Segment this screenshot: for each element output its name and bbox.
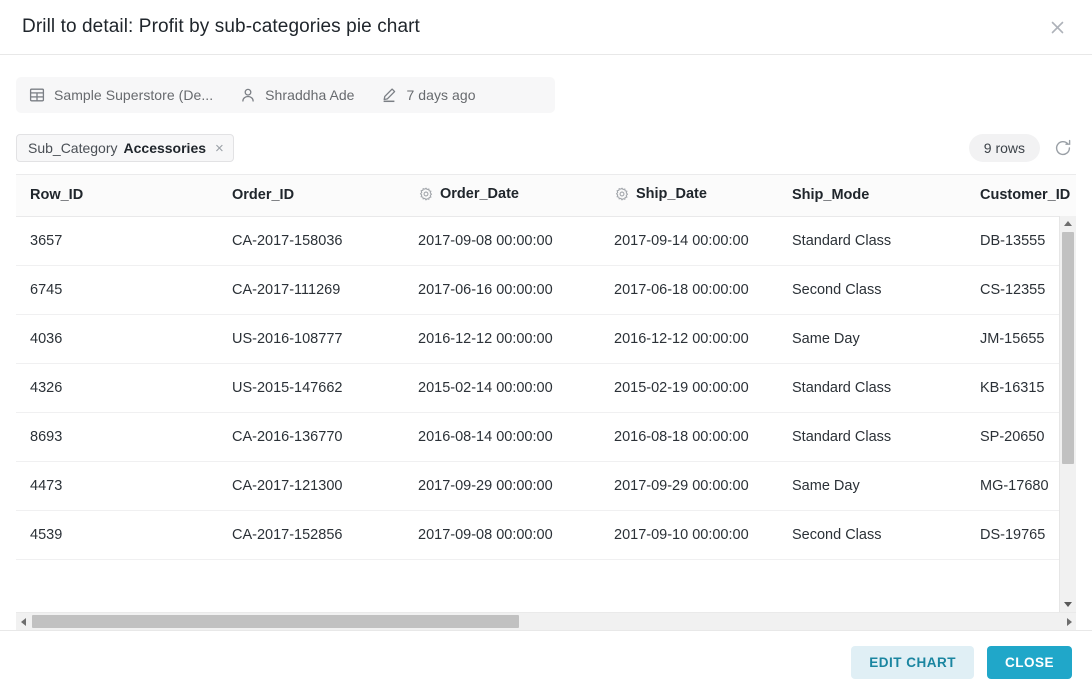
table-row[interactable]: 6745 CA-2017-111269 2017-06-16 00:00:00 … [16, 265, 1076, 314]
cell-ship-mode: Same Day [778, 461, 966, 510]
cell-order-date: 2017-09-08 00:00:00 [404, 510, 600, 559]
cell-order-id: CA-2017-121300 [218, 461, 404, 510]
metadata-modified-label: 7 days ago [407, 87, 476, 103]
cell-ship-date: 2017-09-29 00:00:00 [600, 461, 778, 510]
cell-ship-date: 2016-08-18 00:00:00 [600, 412, 778, 461]
row-count-badge: 9 rows [969, 134, 1040, 162]
cell-order-id: CA-2016-136770 [218, 412, 404, 461]
table-header-row: Row_ID Order_ID [16, 175, 1076, 216]
table-body: 3657 CA-2017-158036 2017-09-08 00:00:00 … [16, 216, 1076, 559]
column-header-row-id[interactable]: Row_ID [16, 175, 218, 216]
cell-ship-date: 2017-06-18 00:00:00 [600, 265, 778, 314]
modal-body: Sample Superstore (De... Shraddha Ade [0, 55, 1092, 630]
drill-to-detail-modal: Drill to detail: Profit by sub-categorie… [0, 0, 1092, 693]
cell-order-id: CA-2017-111269 [218, 265, 404, 314]
metadata-owner: Shraddha Ade [239, 87, 354, 104]
pencil-icon [381, 87, 398, 104]
filter-chip-list: Sub_Category Accessories × [16, 134, 234, 162]
table-row[interactable]: 3657 CA-2017-158036 2017-09-08 00:00:00 … [16, 216, 1076, 265]
column-header-order-id[interactable]: Order_ID [218, 175, 404, 216]
page-title: Drill to detail: Profit by sub-categorie… [22, 16, 420, 38]
cell-order-id: CA-2017-152856 [218, 510, 404, 559]
metadata-dataset-label: Sample Superstore (De... [54, 87, 213, 103]
filter-chip-name: Sub_Category [28, 140, 118, 156]
column-header-label: Customer_ID [980, 187, 1070, 203]
table-row[interactable]: 8693 CA-2016-136770 2016-08-14 00:00:00 … [16, 412, 1076, 461]
results-table-viewport: Row_ID Order_ID [16, 175, 1076, 612]
scroll-down-icon[interactable] [1060, 597, 1076, 612]
cell-order-date: 2016-08-14 00:00:00 [404, 412, 600, 461]
cell-ship-mode: Standard Class [778, 363, 966, 412]
cell-ship-date: 2017-09-14 00:00:00 [600, 216, 778, 265]
filter-chip-value: Accessories [124, 140, 207, 156]
cell-ship-mode: Standard Class [778, 412, 966, 461]
scroll-left-icon[interactable] [16, 613, 30, 630]
table-row[interactable]: 4036 US-2016-108777 2016-12-12 00:00:00 … [16, 314, 1076, 363]
cell-order-date: 2016-12-12 00:00:00 [404, 314, 600, 363]
column-header-ship-date[interactable]: Ship_Date [600, 175, 778, 216]
column-header-label: Row_ID [30, 187, 83, 203]
dataset-metadata-bar: Sample Superstore (De... Shraddha Ade [16, 77, 555, 113]
horizontal-scroll-thumb[interactable] [32, 615, 519, 628]
cell-order-date: 2017-09-08 00:00:00 [404, 216, 600, 265]
cell-row-id: 4473 [16, 461, 218, 510]
column-header-ship-mode[interactable]: Ship_Mode [778, 175, 966, 216]
refresh-icon[interactable] [1052, 137, 1074, 159]
modal-footer: EDIT CHART CLOSE [0, 630, 1092, 693]
gear-icon[interactable] [418, 186, 433, 201]
table-row[interactable]: 4473 CA-2017-121300 2017-09-29 00:00:00 … [16, 461, 1076, 510]
metadata-owner-label: Shraddha Ade [265, 87, 354, 103]
column-header-order-date[interactable]: Order_Date [404, 175, 600, 216]
cell-order-id: CA-2017-158036 [218, 216, 404, 265]
cell-ship-date: 2017-09-10 00:00:00 [600, 510, 778, 559]
cell-ship-mode: Standard Class [778, 216, 966, 265]
results-table-container: Row_ID Order_ID [16, 174, 1076, 630]
column-header-label: Ship_Mode [792, 187, 869, 203]
cell-row-id: 3657 [16, 216, 218, 265]
scroll-up-icon[interactable] [1060, 216, 1076, 231]
vertical-scroll-thumb[interactable] [1062, 232, 1074, 464]
cell-ship-mode: Second Class [778, 265, 966, 314]
cell-ship-date: 2016-12-12 00:00:00 [600, 314, 778, 363]
cell-order-id: US-2015-147662 [218, 363, 404, 412]
metadata-dataset[interactable]: Sample Superstore (De... [28, 87, 213, 104]
person-icon [239, 87, 256, 104]
filter-chip-remove-icon[interactable]: × [214, 141, 225, 156]
results-table: Row_ID Order_ID [16, 175, 1076, 560]
cell-row-id: 4326 [16, 363, 218, 412]
column-header-customer-id[interactable]: Customer_ID [966, 175, 1076, 216]
close-button[interactable]: CLOSE [987, 646, 1072, 679]
modal-header: Drill to detail: Profit by sub-categorie… [0, 0, 1092, 55]
edit-chart-button[interactable]: EDIT CHART [851, 646, 974, 679]
column-header-label: Order_Date [440, 186, 519, 202]
cell-ship-mode: Same Day [778, 314, 966, 363]
filter-chip-sub-category[interactable]: Sub_Category Accessories × [16, 134, 234, 162]
column-header-label: Order_ID [232, 187, 294, 203]
cell-order-id: US-2016-108777 [218, 314, 404, 363]
table-row[interactable]: 4326 US-2015-147662 2015-02-14 00:00:00 … [16, 363, 1076, 412]
table-icon [28, 87, 45, 104]
table-row[interactable]: 4539 CA-2017-152856 2017-09-08 00:00:00 … [16, 510, 1076, 559]
filter-toolbar: Sub_Category Accessories × 9 rows [16, 134, 1076, 162]
cell-row-id: 4539 [16, 510, 218, 559]
cell-row-id: 4036 [16, 314, 218, 363]
scroll-right-icon[interactable] [1062, 613, 1076, 630]
column-header-label: Ship_Date [636, 186, 707, 202]
table-horizontal-scrollbar[interactable] [16, 612, 1076, 630]
cell-row-id: 8693 [16, 412, 218, 461]
metadata-modified: 7 days ago [381, 87, 476, 104]
cell-ship-mode: Second Class [778, 510, 966, 559]
close-icon[interactable] [1044, 14, 1070, 40]
cell-order-date: 2015-02-14 00:00:00 [404, 363, 600, 412]
table-vertical-scrollbar[interactable] [1059, 216, 1076, 612]
cell-order-date: 2017-09-29 00:00:00 [404, 461, 600, 510]
cell-row-id: 6745 [16, 265, 218, 314]
cell-order-date: 2017-06-16 00:00:00 [404, 265, 600, 314]
gear-icon[interactable] [614, 186, 629, 201]
cell-ship-date: 2015-02-19 00:00:00 [600, 363, 778, 412]
table-tools: 9 rows [969, 134, 1074, 162]
